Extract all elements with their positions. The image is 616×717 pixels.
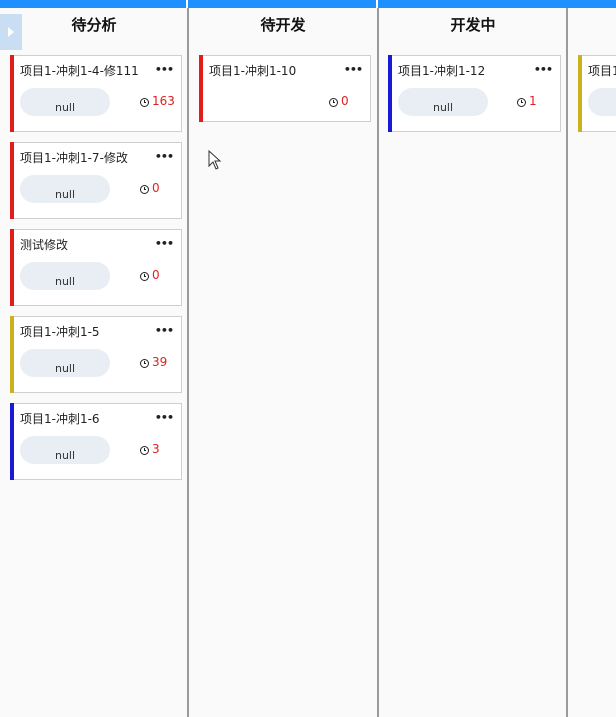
card-count: 1 — [529, 94, 537, 108]
column-title: 开发中 — [450, 16, 496, 34]
card-tag — [588, 88, 616, 116]
card-count: 163 — [152, 94, 175, 108]
card-count: 39 — [152, 355, 168, 369]
more-dots-icon[interactable]: ••• — [155, 411, 174, 424]
header-separator — [186, 0, 188, 8]
task-card[interactable]: 项目1-冲刺1-5 ••• null 39 — [10, 316, 182, 393]
card-title: 项目1-冲刺1-4-修111 — [20, 64, 139, 78]
card-title: 项目1-冲刺1-5 — [20, 325, 100, 339]
card-title: 测试修改 — [20, 238, 69, 252]
task-card[interactable]: 项目1-冲刺1-6 ••• null 3 — [10, 403, 182, 480]
header-separator — [376, 0, 378, 8]
column-pending-development: 待开发 项目1-冲刺1-10 ••• 0 — [189, 8, 377, 717]
task-card[interactable]: 项目1-冲刺1-12 ••• null 1 — [388, 55, 561, 132]
card-title: 项目1-冲刺1-12 — [398, 64, 486, 78]
card-tag: null — [20, 436, 110, 464]
clock-icon — [517, 98, 526, 107]
kanban-board: 待分析 项目1-冲刺1-4-修111 ••• null 163 项目1-冲刺1-… — [0, 0, 616, 717]
card-count: 3 — [152, 442, 160, 456]
card-tag: null — [398, 88, 488, 116]
column-in-development: 开发中 项目1-冲刺1-12 ••• null 1 — [379, 8, 567, 717]
clock-icon — [140, 185, 149, 194]
card-count: 0 — [341, 94, 349, 108]
column-pending-analysis: 待分析 项目1-冲刺1-4-修111 ••• null 163 项目1-冲刺1-… — [0, 8, 188, 717]
card-accent — [10, 142, 14, 219]
clock-icon — [140, 272, 149, 281]
card-title: 项目1-冲刺1-7-修改 — [20, 151, 128, 165]
card-accent — [10, 403, 14, 480]
more-dots-icon[interactable]: ••• — [534, 63, 553, 76]
card-title: 项目1-冲刺1-10 — [209, 64, 297, 78]
more-dots-icon[interactable]: ••• — [155, 237, 174, 250]
column-title: 待开发 — [260, 16, 306, 34]
task-card[interactable]: 项目1-冲刺1-4-修111 ••• null 163 — [10, 55, 182, 132]
mouse-pointer-icon — [208, 150, 222, 170]
card-accent — [388, 55, 392, 132]
card-accent — [199, 55, 203, 122]
card-accent — [10, 55, 14, 132]
card-tag: null — [20, 88, 110, 116]
task-card[interactable]: 项目1 — [578, 55, 616, 132]
more-dots-icon[interactable]: ••• — [155, 150, 174, 163]
card-tag: null — [20, 175, 110, 203]
clock-icon — [140, 98, 149, 107]
card-accent — [578, 55, 582, 132]
clock-icon — [329, 98, 338, 107]
more-dots-icon[interactable]: ••• — [155, 324, 174, 337]
clock-icon — [140, 359, 149, 368]
card-title: 项目1-冲刺1-6 — [20, 412, 100, 426]
card-count: 0 — [152, 181, 160, 195]
more-dots-icon[interactable]: ••• — [155, 63, 174, 76]
clock-icon — [140, 446, 149, 455]
card-count: 0 — [152, 268, 160, 282]
column-partial: 项目1 — [568, 8, 616, 717]
task-card[interactable]: 项目1-冲刺1-10 ••• 0 — [199, 55, 371, 122]
task-card[interactable]: 测试修改 ••• null 0 — [10, 229, 182, 306]
swimlane-header-bar — [0, 0, 616, 8]
column-title: 待分析 — [71, 16, 117, 34]
card-accent — [10, 229, 14, 306]
card-tag: null — [20, 262, 110, 290]
card-accent — [10, 316, 14, 393]
more-dots-icon[interactable]: ••• — [344, 63, 363, 76]
card-title: 项目1 — [588, 64, 616, 78]
card-tag: null — [20, 349, 110, 377]
task-card[interactable]: 项目1-冲刺1-7-修改 ••• null 0 — [10, 142, 182, 219]
